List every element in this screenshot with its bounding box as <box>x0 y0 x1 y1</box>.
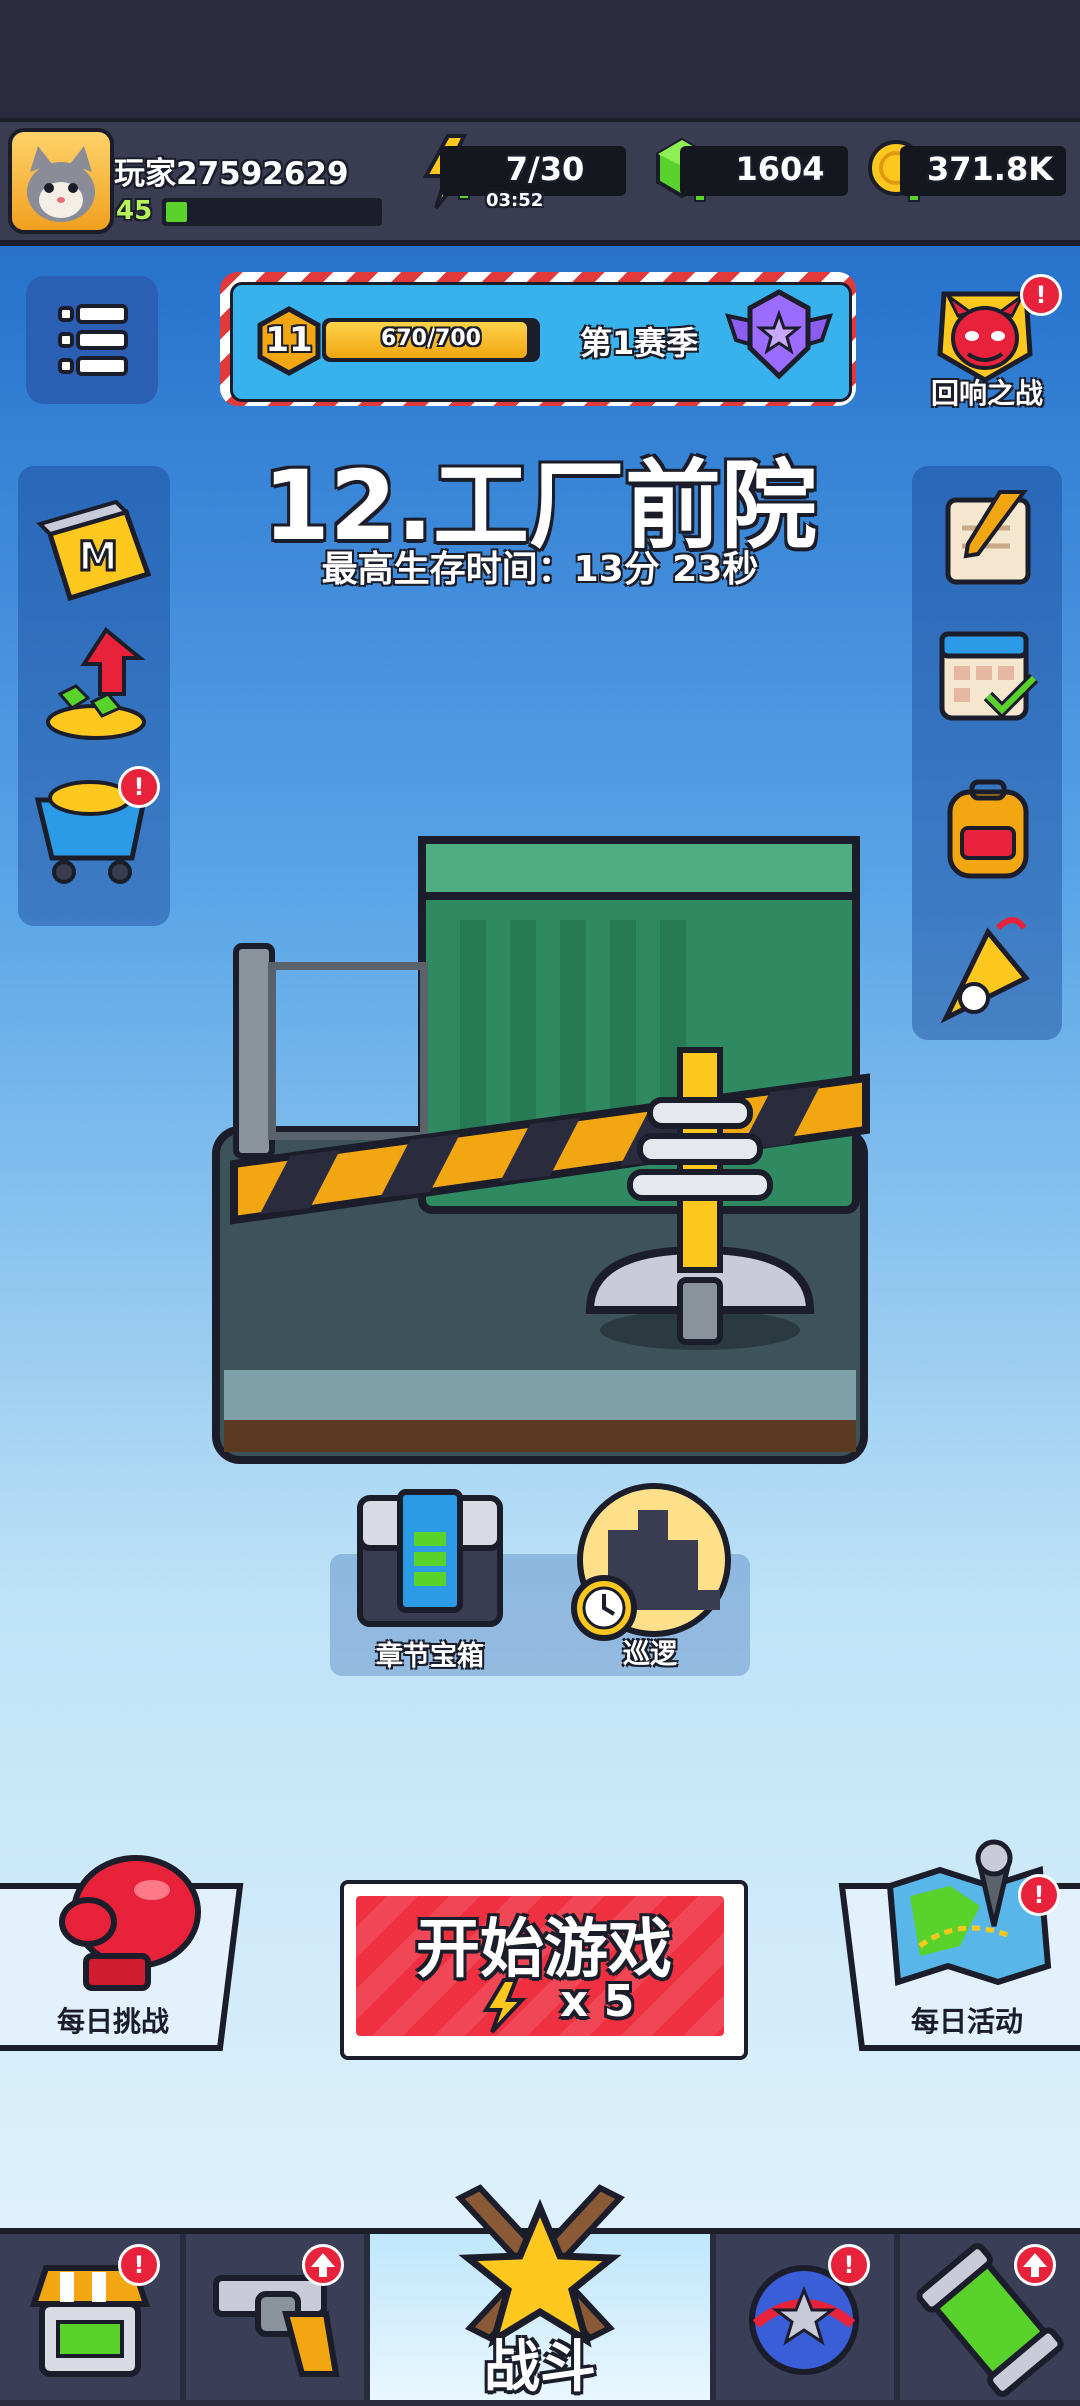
xp-bar <box>162 198 382 226</box>
party-popper-icon[interactable] <box>928 908 1046 1034</box>
patrol-icon[interactable] <box>568 1480 734 1644</box>
treasure-map-icon <box>886 1839 1052 1987</box>
daily-event-alert-badge: ! <box>1018 1874 1060 1916</box>
nav-talents-alert-badge: ! <box>828 2244 870 2286</box>
quest-scroll-icon[interactable] <box>928 484 1048 596</box>
list-menu-icon <box>58 304 128 376</box>
backpack-icon[interactable] <box>932 774 1044 884</box>
growth-fund-icon[interactable] <box>36 624 154 746</box>
energy-cost-icon <box>482 1978 527 2034</box>
arrow-up-icon <box>311 2253 335 2277</box>
daily-challenge-label: 每日挑战 <box>56 2005 169 2038</box>
arrow-up-icon <box>1023 2253 1047 2277</box>
player-level: 45 <box>116 196 153 226</box>
nav-shop-alert-badge: ! <box>118 2244 160 2286</box>
chapter-stage-scene[interactable] <box>210 830 870 1470</box>
factory-yard-illustration <box>212 836 870 1464</box>
monthly-card-icon[interactable]: M <box>30 494 156 614</box>
shop-alert-badge: ! <box>118 766 160 808</box>
energy-timer: 03:52 <box>486 190 544 211</box>
gem-value: 1604 <box>735 150 825 188</box>
season-level-badge: 11 <box>256 306 322 376</box>
svg-text:M: M <box>78 534 118 580</box>
cat-avatar-icon <box>27 146 95 222</box>
echo-battle-alert-badge: ! <box>1020 274 1062 316</box>
patrol-label: 巡逻 <box>623 1639 677 1670</box>
coin-value: 371.8K <box>926 150 1053 188</box>
nav-battle-label: 战斗 <box>484 2335 596 2400</box>
season-name: 第1赛季 <box>580 324 699 362</box>
menu-button[interactable] <box>26 276 158 404</box>
xp-bar-fill <box>166 202 188 222</box>
nav-equipment-upgrade-badge <box>302 2244 344 2286</box>
nav-evolution-upgrade-badge <box>1014 2244 1056 2286</box>
purple-rank-emblem-icon <box>724 289 834 380</box>
energy-value: 7/30 <box>505 150 585 188</box>
chapter-chest-label: 章节宝箱 <box>376 1641 484 1672</box>
status-bar <box>0 0 1080 118</box>
season-progress-text: 670/700 <box>381 326 481 351</box>
echo-battle-label: 回响之战 <box>930 377 1043 410</box>
season-level-number: 11 <box>265 320 313 360</box>
daily-event-label: 每日活动 <box>910 2005 1023 2038</box>
start-energy-cost: x 5 <box>560 1976 635 2027</box>
boxing-glove-icon <box>59 1855 201 1991</box>
player-avatar[interactable] <box>8 128 114 234</box>
player-name: 玩家27592629 <box>114 156 349 192</box>
start-game-label: 开始游戏 <box>416 1913 672 1987</box>
calendar-check-icon[interactable] <box>932 618 1044 730</box>
chapter-chest-icon[interactable] <box>354 1484 506 1628</box>
